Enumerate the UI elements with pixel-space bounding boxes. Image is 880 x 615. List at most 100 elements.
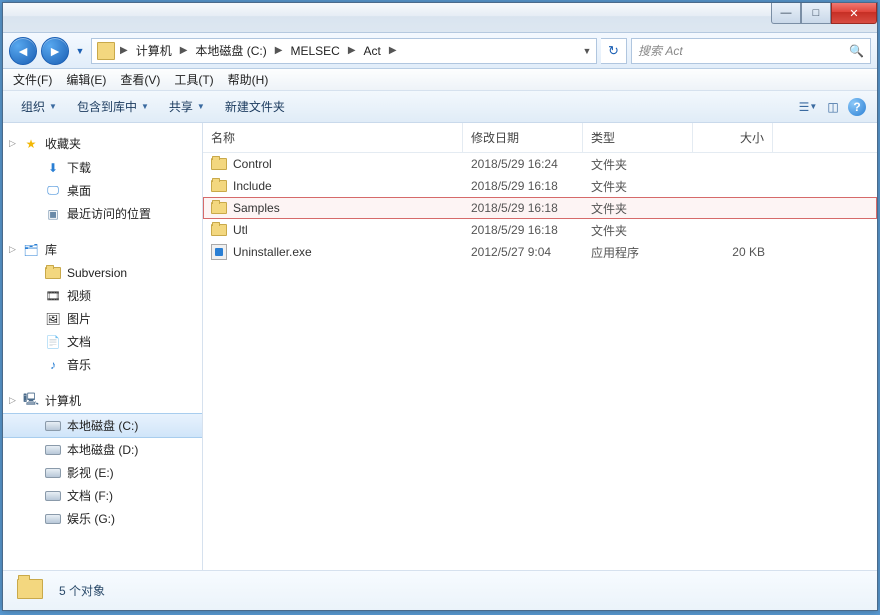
file-name: Uninstaller.exe bbox=[233, 245, 312, 259]
favorites-label: 收藏夹 bbox=[45, 135, 81, 152]
folder-icon bbox=[211, 200, 227, 216]
sidebar-item-music[interactable]: ♪ 音乐 bbox=[3, 353, 202, 376]
computer-group[interactable]: ▷🖳计算机 bbox=[3, 388, 202, 413]
close-button[interactable]: ✕ bbox=[831, 3, 877, 24]
breadcrumb-item[interactable]: 本地磁盘 (C:) bbox=[189, 42, 272, 59]
music-icon: ♪ bbox=[45, 357, 61, 373]
new-folder-button[interactable]: 新建文件夹 bbox=[217, 94, 293, 119]
file-date: 2012/5/27 9:04 bbox=[463, 245, 583, 259]
back-button[interactable]: ◄ bbox=[9, 37, 37, 65]
sidebar-item-videos[interactable]: 🎞视频 bbox=[3, 284, 202, 307]
nav-tree: ▷★收藏夹 ⬇ 下载 🖵桌面 ▣最近访问的位置 ▷ 🗂 库 Subversion 🎞视… bbox=[3, 123, 203, 570]
item-label: 本地磁盘 (D:) bbox=[67, 441, 138, 458]
drive-icon bbox=[45, 488, 61, 504]
window-controls: — □ ✕ bbox=[771, 3, 877, 32]
favorites-group[interactable]: ▷★收藏夹 bbox=[3, 131, 202, 156]
item-label: 音乐 bbox=[67, 356, 91, 373]
menu-edit[interactable]: 编辑(E) bbox=[66, 71, 106, 88]
sidebar-item-drive-d[interactable]: 本地磁盘 (D:) bbox=[3, 438, 202, 461]
library-icon: 🗂 bbox=[23, 242, 39, 258]
picture-icon: 🖼 bbox=[45, 311, 61, 327]
file-row[interactable]: Control 2018/5/29 16:24文件夹 bbox=[203, 153, 877, 175]
sidebar-item-drive-f[interactable]: 文档 (F:) bbox=[3, 484, 202, 507]
include-label: 包含到库中 bbox=[77, 98, 137, 115]
minimize-button[interactable]: — bbox=[771, 3, 801, 24]
sidebar-item-drive-e[interactable]: 影视 (E:) bbox=[3, 461, 202, 484]
sidebar-item-pictures[interactable]: 🖼图片 bbox=[3, 307, 202, 330]
menu-view[interactable]: 查看(V) bbox=[120, 71, 160, 88]
file-type: 文件夹 bbox=[583, 178, 693, 195]
file-type: 文件夹 bbox=[583, 156, 693, 173]
file-name: Control bbox=[233, 157, 272, 171]
sidebar-item-downloads[interactable]: ⬇ 下载 bbox=[3, 156, 202, 179]
sidebar-item-documents[interactable]: 📄文档 bbox=[3, 330, 202, 353]
titlebar: — □ ✕ bbox=[3, 3, 877, 33]
preview-pane-icon[interactable]: ◫ bbox=[823, 97, 843, 117]
forward-button[interactable]: ► bbox=[41, 37, 69, 65]
menu-file[interactable]: 文件(F) bbox=[13, 71, 52, 88]
col-date[interactable]: 修改日期 bbox=[463, 123, 583, 152]
sidebar-item-recent[interactable]: ▣最近访问的位置 bbox=[3, 202, 202, 225]
address-dropdown-icon[interactable]: ▼ bbox=[578, 46, 596, 56]
chevron-right-icon[interactable]: ▶ bbox=[178, 45, 190, 56]
libraries-label: 库 bbox=[45, 241, 57, 258]
folder-icon bbox=[45, 265, 61, 281]
collapse-icon[interactable]: ▷ bbox=[9, 244, 16, 255]
col-type[interactable]: 类型 bbox=[583, 123, 693, 152]
search-icon[interactable]: 🔍 bbox=[849, 44, 864, 58]
chevron-down-icon: ▼ bbox=[197, 102, 205, 111]
drive-icon bbox=[45, 442, 61, 458]
folder-icon bbox=[97, 42, 115, 60]
collapse-icon[interactable]: ▷ bbox=[9, 138, 16, 149]
chevron-right-icon[interactable]: ▶ bbox=[273, 45, 285, 56]
body: ▷★收藏夹 ⬇ 下载 🖵桌面 ▣最近访问的位置 ▷ 🗂 库 Subversion 🎞视… bbox=[3, 123, 877, 570]
address-bar[interactable]: ▶ 计算机 ▶ 本地磁盘 (C:) ▶ MELSEC ▶ Act ▶ ▼ bbox=[91, 38, 597, 64]
collapse-icon[interactable]: ▷ bbox=[9, 395, 16, 406]
chevron-down-icon: ▼ bbox=[49, 102, 57, 111]
chevron-right-icon[interactable]: ▶ bbox=[346, 45, 358, 56]
sidebar-item-drive-g[interactable]: 娱乐 (G:) bbox=[3, 507, 202, 530]
help-icon[interactable]: ? bbox=[847, 97, 867, 117]
file-row[interactable]: Uninstaller.exe2012/5/27 9:04应用程序20 KB bbox=[203, 241, 877, 263]
file-type: 应用程序 bbox=[583, 244, 693, 261]
share-button[interactable]: 共享 ▼ bbox=[161, 94, 213, 119]
file-row[interactable]: Utl2018/5/29 16:18文件夹 bbox=[203, 219, 877, 241]
file-row[interactable]: Samples2018/5/29 16:18文件夹 bbox=[203, 197, 877, 219]
file-date: 2018/5/29 16:24 bbox=[463, 157, 583, 171]
file-name: Include bbox=[233, 179, 272, 193]
libraries-group[interactable]: ▷ 🗂 库 bbox=[3, 237, 202, 262]
item-label: 桌面 bbox=[67, 182, 91, 199]
col-size[interactable]: 大小 bbox=[693, 123, 773, 152]
toolbar: 组织▼ 包含到库中▼ 共享▼ 新建文件夹 ☰▼ ◫ ? bbox=[3, 91, 877, 123]
organize-button[interactable]: 组织▼ bbox=[13, 94, 65, 119]
search-input[interactable]: 搜索 Act 🔍 bbox=[631, 38, 871, 64]
file-row[interactable]: Include 2018/5/29 16:18文件夹 bbox=[203, 175, 877, 197]
breadcrumb-item[interactable]: Act bbox=[358, 44, 387, 58]
item-label: 下载 bbox=[67, 159, 91, 176]
menu-help[interactable]: 帮助(H) bbox=[228, 71, 269, 88]
file-date: 2018/5/29 16:18 bbox=[463, 179, 583, 193]
breadcrumb-item[interactable]: 计算机 bbox=[130, 42, 178, 59]
maximize-button[interactable]: □ bbox=[801, 3, 831, 24]
col-name[interactable]: 名称 bbox=[203, 123, 463, 152]
menu-tools[interactable]: 工具(T) bbox=[174, 71, 213, 88]
history-dropdown-icon[interactable]: ▼ bbox=[73, 37, 87, 65]
view-options-icon[interactable]: ☰▼ bbox=[797, 97, 819, 117]
sidebar-item-desktop[interactable]: 🖵桌面 bbox=[3, 179, 202, 202]
include-library-button[interactable]: 包含到库中▼ bbox=[69, 94, 157, 119]
file-name: Samples bbox=[233, 201, 280, 215]
download-icon: ⬇ bbox=[45, 160, 61, 176]
sidebar-item-drive-c[interactable]: 本地磁盘 (C:) bbox=[3, 413, 202, 438]
sidebar-item-subversion[interactable]: Subversion bbox=[3, 262, 202, 284]
refresh-button[interactable]: ↻ bbox=[601, 38, 627, 64]
share-label: 共享 bbox=[169, 98, 193, 115]
titlebar-spacer[interactable] bbox=[3, 3, 771, 32]
drive-icon bbox=[45, 511, 61, 527]
document-icon: 📄 bbox=[45, 334, 61, 350]
chevron-right-icon[interactable]: ▶ bbox=[387, 45, 399, 56]
breadcrumb-item[interactable]: MELSEC bbox=[284, 44, 345, 58]
chevron-right-icon[interactable]: ▶ bbox=[118, 45, 130, 56]
item-label: 文档 (F:) bbox=[67, 487, 113, 504]
file-list: 名称 修改日期 类型 大小 Control2018/5/29 16:24文件夹I… bbox=[203, 123, 877, 570]
chevron-down-icon: ▼ bbox=[809, 102, 817, 111]
